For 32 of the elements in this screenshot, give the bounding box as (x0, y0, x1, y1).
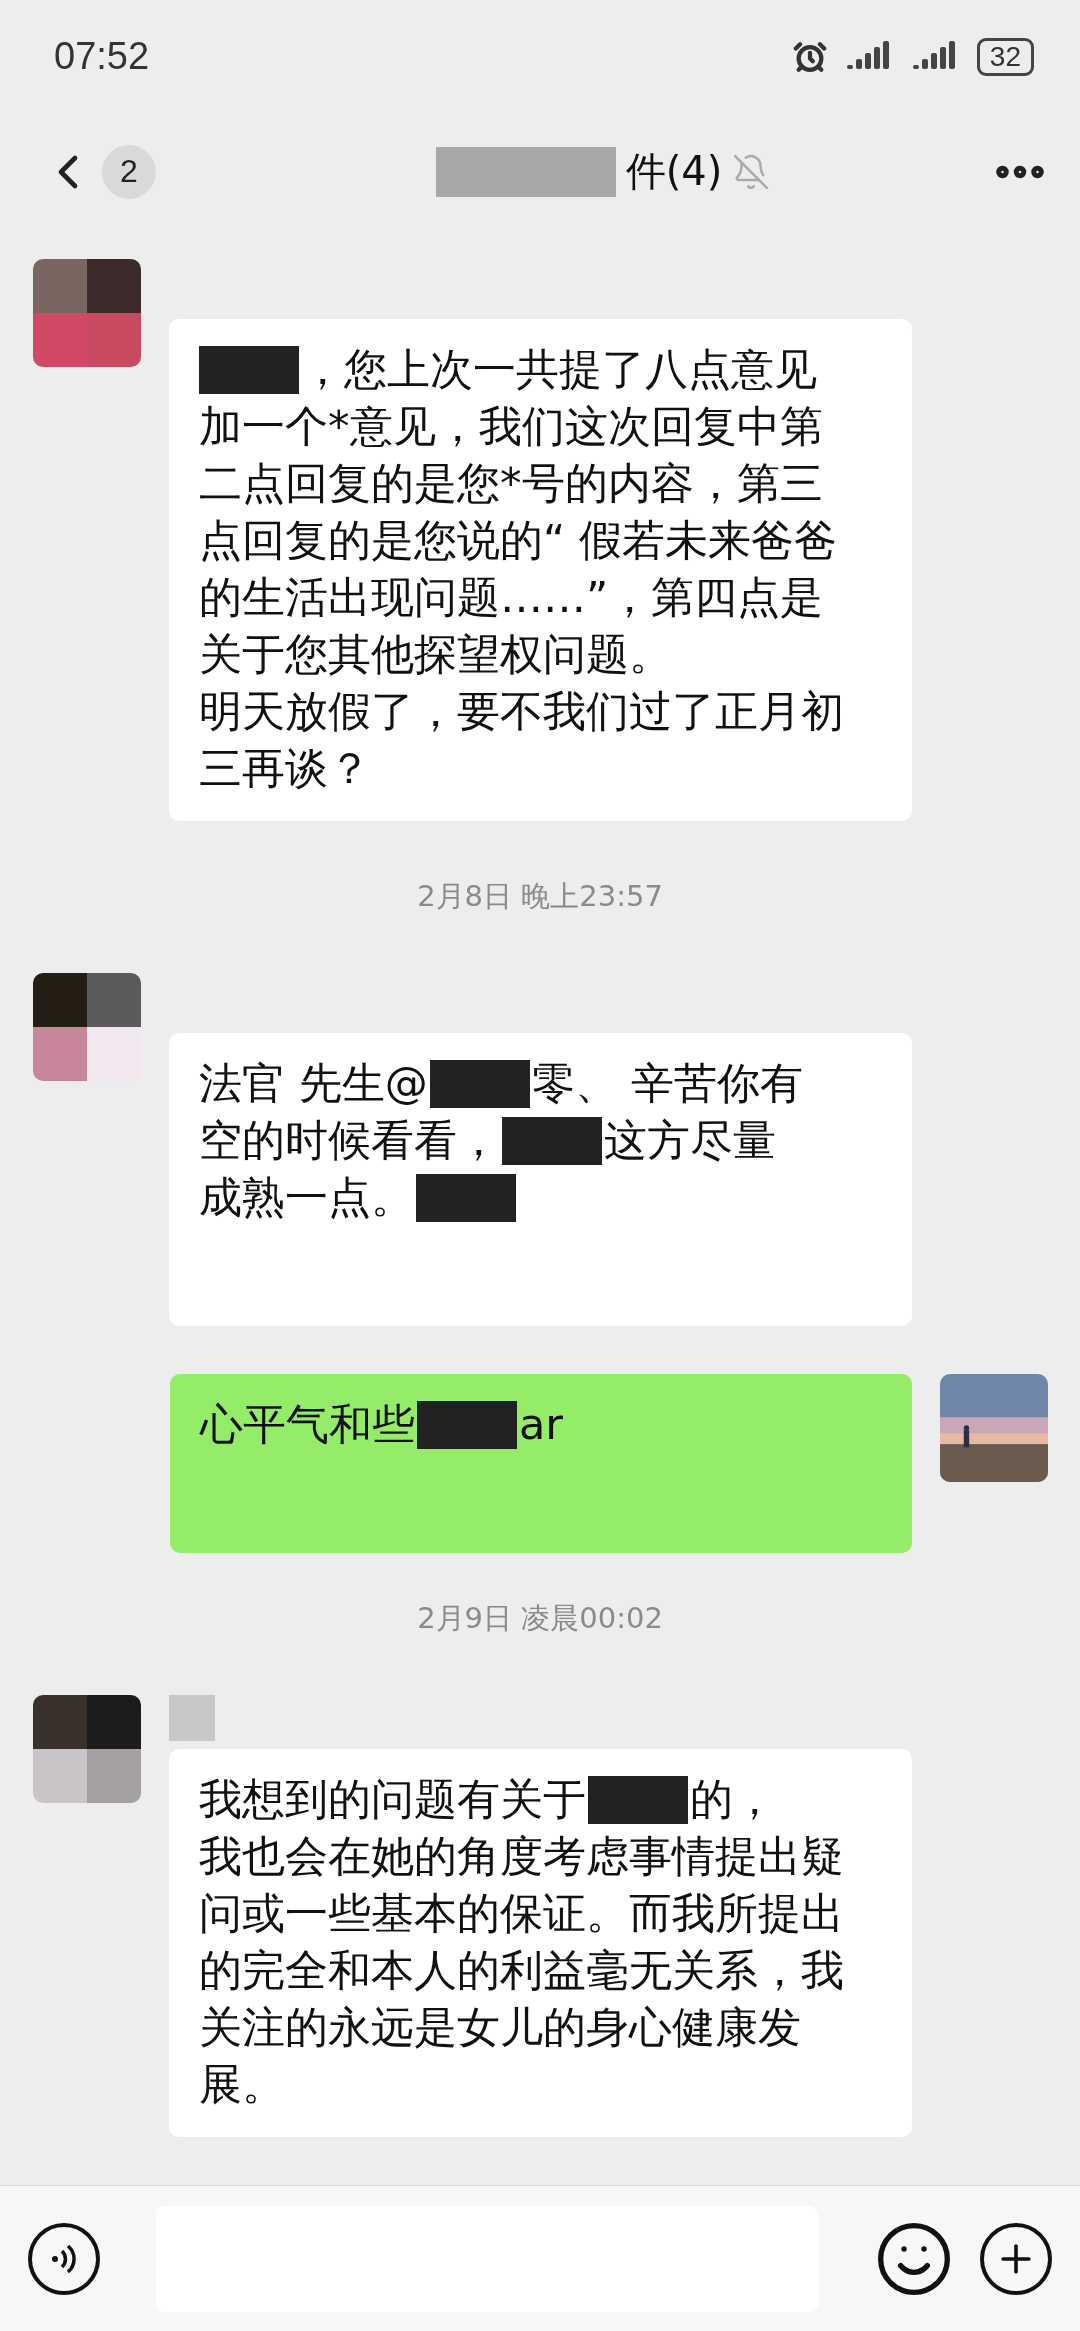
message-text: 成熟一点。 (199, 1171, 414, 1225)
message-text: 的生活出现问题……”，第四点是 (199, 571, 824, 625)
message-time: 2月9日 凌晨00:02 (417, 1600, 663, 1638)
message-text: 二点回复的是您*号的内容，第三 (199, 457, 823, 511)
unread-count: 2 (102, 144, 156, 199)
add-button[interactable] (980, 2222, 1052, 2295)
voice-button[interactable] (28, 2222, 100, 2295)
message-text: 点回复的是您说的“ 假若未来爸爸 (199, 514, 837, 568)
message-text: 空的时候看看， (199, 1114, 500, 1168)
message-text: 心平气和些 (200, 1398, 415, 1452)
battery-level: 32 (976, 37, 1034, 76)
message-text: ar (519, 1398, 564, 1452)
message-text: ，您上次一共提了八点意见 (301, 343, 817, 397)
message-text: 的完全和本人的利益毫无关系，我 (199, 1944, 844, 1998)
message-text: 法官 先生@ (199, 1057, 428, 1111)
message-text: 关注的永远是女儿的身心健康发 (199, 2001, 801, 2055)
chat-title: 件(4) (625, 147, 723, 197)
message-text: 问或一些基本的保证。而我所提出 (199, 1887, 844, 1941)
message-text: 这方尽量 (604, 1114, 776, 1168)
message-text: 我也会在她的角度考虑事情提出疑 (199, 1830, 844, 1884)
message-text: 的， (690, 1773, 776, 1827)
message-text: 三再谈？ (199, 742, 371, 796)
message-text: 展。 (199, 2058, 285, 2112)
clock-time: 07:52 (54, 35, 150, 79)
alarm-icon (792, 39, 827, 74)
message-text: 加一个*意见，我们这次回复中第 (199, 400, 823, 454)
message-text: 零、 辛苦你有 (531, 1057, 804, 1111)
message-text: 关于您其他探望权问题。 (199, 628, 672, 682)
message-text: 我想到的问题有关于 (199, 1773, 586, 1827)
message-text: 明天放假了，要不我们过了正月初 (199, 685, 844, 739)
back-button[interactable]: 2 (40, 143, 156, 200)
message-time: 2月8日 晚上23:57 (417, 878, 663, 916)
